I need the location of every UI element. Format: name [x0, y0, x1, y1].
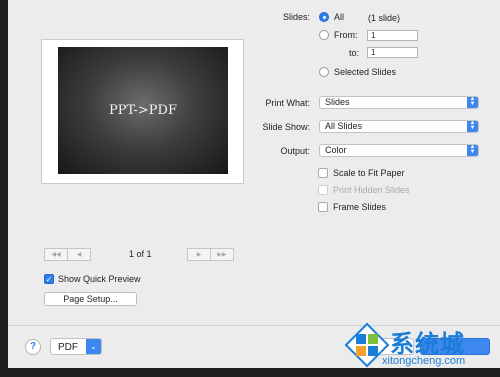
chevron-updown-icon: ▲ ▼ [467, 144, 478, 156]
frame-slides-checkbox[interactable] [318, 202, 328, 212]
last-page-icon: ▶▶ [217, 252, 227, 258]
selected-slides-label: Selected Slides [334, 67, 397, 77]
slides-label: Slides: [282, 12, 310, 22]
print-what-select[interactable]: Slides ▲ ▼ [319, 96, 479, 109]
page-indicator: 1 of 1 [129, 249, 152, 259]
print-dialog: PPT->PDF ◀◀ ◀ 1 of 1 ▶ ▶▶ ✓ Show Quick P… [8, 0, 500, 368]
print-what-label: Print What: [265, 98, 310, 108]
scale-to-fit-label: Scale to Fit Paper [333, 168, 405, 178]
selected-slides-radio[interactable] [319, 67, 329, 77]
page-setup-button[interactable]: Page Setup... [44, 292, 137, 306]
slides-to-label: to: [349, 48, 360, 58]
pdf-label: PDF [58, 342, 78, 353]
slide-count-note: (1 slide) [368, 13, 401, 23]
watermark-text: 系统城 [390, 330, 465, 358]
watermark-url: xitongcheng.com [382, 355, 466, 367]
pdf-menu-button[interactable]: PDF ⌄ [50, 338, 102, 355]
help-button[interactable]: ? [25, 339, 41, 355]
previous-page-button[interactable]: ◀ [67, 248, 91, 261]
output-label: Output: [280, 146, 310, 156]
slides-from-field[interactable]: 1 [367, 30, 418, 41]
background-edge [0, 368, 500, 377]
slides-from-radio[interactable] [319, 30, 329, 40]
show-quick-preview-checkbox[interactable]: ✓ [44, 274, 54, 284]
next-page-button[interactable]: ▶ [187, 248, 211, 261]
slides-to-field[interactable]: 1 [367, 47, 418, 58]
previous-page-icon: ◀ [76, 252, 82, 258]
print-hidden-slides-checkbox[interactable] [318, 185, 328, 195]
chevron-updown-icon: ▲ ▼ [467, 120, 478, 132]
output-value: Color [325, 145, 347, 155]
slide-show-select[interactable]: All Slides ▲ ▼ [319, 120, 479, 133]
slides-all-radio[interactable] [319, 12, 329, 22]
output-select[interactable]: Color ▲ ▼ [319, 144, 479, 157]
slides-all-label: All [334, 12, 345, 22]
first-page-button[interactable]: ◀◀ [44, 248, 68, 261]
slide-show-value: All Slides [325, 121, 363, 131]
preview-card: PPT->PDF [42, 40, 243, 183]
slide-show-label: Slide Show: [262, 122, 310, 132]
slide-title: PPT->PDF [109, 103, 177, 118]
print-what-value: Slides [325, 97, 350, 107]
chevron-down-icon: ⌄ [86, 339, 101, 354]
scale-to-fit-checkbox[interactable] [318, 168, 328, 178]
show-quick-preview-label: Show Quick Preview [58, 274, 141, 284]
last-page-button[interactable]: ▶▶ [210, 248, 234, 261]
first-page-icon: ◀◀ [51, 252, 61, 258]
next-page-icon: ▶ [196, 252, 202, 258]
chevron-updown-icon: ▲ ▼ [467, 96, 478, 108]
slides-from-label: From: [334, 30, 358, 40]
frame-slides-label: Frame Slides [333, 202, 387, 212]
print-hidden-slides-label: Print Hidden Slides [333, 185, 410, 195]
